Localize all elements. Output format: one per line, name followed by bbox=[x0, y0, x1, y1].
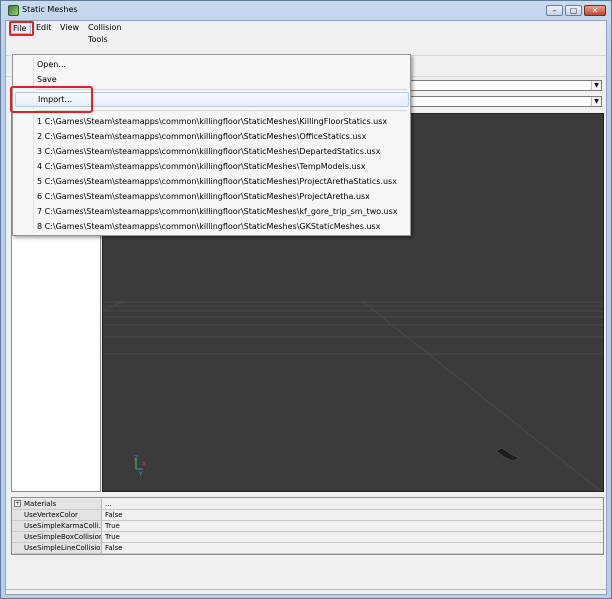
import-highlight-box bbox=[10, 86, 93, 113]
window-title: Static Meshes bbox=[22, 5, 78, 14]
axis-x-label: X bbox=[142, 461, 146, 468]
menu-view[interactable]: View bbox=[58, 22, 80, 34]
property-name: UseVertexColor bbox=[12, 510, 102, 520]
menu-item-recent-3[interactable]: 3 C:\Games\Steam\steamapps\common\killin… bbox=[15, 144, 409, 159]
menu-item-recent-6[interactable]: 6 C:\Games\Steam\steamapps\common\killin… bbox=[15, 189, 409, 204]
property-value[interactable]: True bbox=[105, 532, 120, 542]
axis-z-label: Z bbox=[134, 455, 138, 462]
chevron-down-icon[interactable]: ▼ bbox=[591, 97, 601, 106]
chevron-down-icon[interactable]: ▼ bbox=[591, 81, 601, 90]
property-value[interactable]: False bbox=[105, 543, 123, 553]
menu-item-recent-5[interactable]: 5 C:\Games\Steam\steamapps\common\killin… bbox=[15, 174, 409, 189]
menu-item-save[interactable]: Save bbox=[15, 72, 409, 87]
property-value[interactable]: False bbox=[105, 510, 123, 520]
toolbar-top bbox=[6, 36, 606, 56]
menu-item-recent-8[interactable]: 8 C:\Games\Steam\steamapps\common\killin… bbox=[15, 219, 409, 234]
property-row[interactable]: UseSimpleLineCollision False bbox=[12, 543, 603, 554]
menu-bar: File Edit View Collision Tools bbox=[6, 21, 606, 44]
static-meshes-window: Static Meshes – ▢ ✕ File Edit View Colli… bbox=[0, 0, 612, 599]
maximize-button[interactable]: ▢ bbox=[565, 5, 582, 16]
group-combo[interactable]: ▼ bbox=[406, 96, 602, 107]
close-button[interactable]: ✕ bbox=[584, 5, 606, 16]
menu-item-recent-7[interactable]: 7 C:\Games\Steam\steamapps\common\killin… bbox=[15, 204, 409, 219]
title-bar[interactable]: Static Meshes – ▢ ✕ bbox=[1, 1, 611, 20]
menu-item-open[interactable]: Open... bbox=[15, 57, 409, 72]
property-name: Materials bbox=[24, 500, 57, 508]
axis-y-label: Y bbox=[138, 471, 143, 478]
menu-item-recent-4[interactable]: 4 C:\Games\Steam\steamapps\common\killin… bbox=[15, 159, 409, 174]
property-row[interactable]: UseSimpleBoxCollision True bbox=[12, 532, 603, 543]
property-row[interactable]: UseSimpleKarmaColli... True bbox=[12, 521, 603, 532]
property-row[interactable]: + Materials ... bbox=[12, 499, 603, 510]
file-highlight-box bbox=[9, 21, 34, 36]
expand-plus-icon[interactable]: + bbox=[14, 500, 21, 507]
menu-collision-tools[interactable]: Collision Tools bbox=[86, 22, 144, 44]
static-mesh-app-icon bbox=[8, 5, 19, 16]
axis-gizmo: Z X Y bbox=[134, 455, 146, 478]
file-menu-dropdown: Open... Save Import... 1 C:\Games\Steam\… bbox=[12, 54, 411, 236]
minimize-button[interactable]: – bbox=[546, 5, 563, 16]
property-value[interactable]: ... bbox=[105, 499, 112, 509]
client-area: File Edit View Collision Tools ▼ ▼ Z X Y… bbox=[5, 20, 607, 595]
status-bar bbox=[6, 589, 606, 595]
property-name: UseSimpleKarmaColli... bbox=[12, 521, 102, 531]
property-row[interactable]: UseVertexColor False bbox=[12, 510, 603, 521]
property-name: UseSimpleBoxCollision bbox=[12, 532, 102, 542]
property-value[interactable]: True bbox=[105, 521, 120, 531]
property-grid: + Materials ... UseVertexColor False Use… bbox=[11, 497, 604, 555]
mesh-shape bbox=[495, 447, 520, 462]
menu-edit[interactable]: Edit bbox=[34, 22, 53, 34]
property-name: UseSimpleLineCollision bbox=[12, 543, 102, 553]
package-combo[interactable]: ▼ bbox=[406, 80, 602, 91]
menu-item-recent-1[interactable]: 1 C:\Games\Steam\steamapps\common\killin… bbox=[15, 114, 409, 129]
menu-item-recent-2[interactable]: 2 C:\Games\Steam\steamapps\common\killin… bbox=[15, 129, 409, 144]
